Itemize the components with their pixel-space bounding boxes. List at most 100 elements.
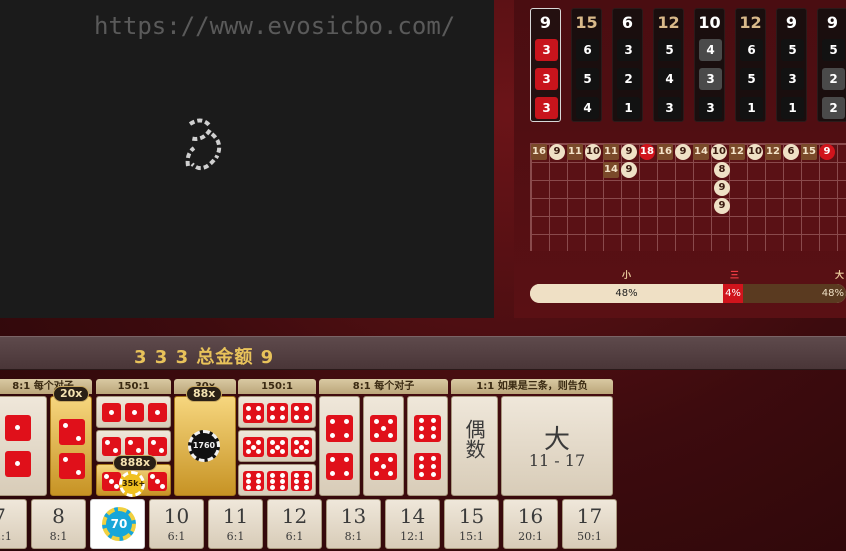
history-die-value: 1 bbox=[740, 97, 763, 119]
history-die-value: 2 bbox=[617, 68, 640, 90]
die-face-icon bbox=[414, 453, 441, 480]
triple-bet-6[interactable] bbox=[238, 464, 316, 496]
triple-percentage: 4% bbox=[723, 284, 743, 303]
history-die-value: 6 bbox=[740, 39, 763, 61]
total-bet-8[interactable]: 8 8:1 bbox=[31, 499, 86, 549]
live-video-panel: https://www.evosicbo.com/ bbox=[0, 0, 494, 318]
header-specific-triple-odds-a: 150:1 bbox=[96, 379, 171, 394]
die-face-icon bbox=[59, 419, 85, 445]
total-bet-15[interactable]: 15 15:1 bbox=[444, 499, 499, 549]
total-bet-14[interactable]: 14 12:1 bbox=[385, 499, 440, 549]
bead-road-cell: 9 bbox=[621, 144, 637, 160]
history-column: 6 3 2 1 bbox=[612, 8, 643, 122]
pair-bet-2[interactable] bbox=[50, 396, 92, 496]
total-bet-7[interactable]: 7 12:1 bbox=[0, 499, 27, 549]
die-face-icon bbox=[326, 415, 353, 442]
total-bet-13[interactable]: 13 8:1 bbox=[326, 499, 381, 549]
total-number: 12 bbox=[281, 504, 308, 528]
history-die-value: 3 bbox=[535, 97, 558, 119]
bead-road-cell: 10 bbox=[585, 144, 601, 160]
header-specific-triple-odds-b: 150:1 bbox=[238, 379, 316, 394]
history-column: 15 6 5 4 bbox=[571, 8, 602, 122]
history-die-value: 4 bbox=[699, 39, 722, 61]
history-die-value: 3 bbox=[617, 39, 640, 61]
triple-bet-4[interactable] bbox=[238, 396, 316, 428]
history-column: 12 5 4 3 bbox=[653, 8, 684, 122]
history-die-value: 3 bbox=[658, 97, 681, 119]
total-odds: 20:1 bbox=[518, 530, 543, 543]
total-odds: 6:1 bbox=[226, 530, 245, 543]
total-number: 11 bbox=[222, 504, 249, 528]
total-number: 17 bbox=[576, 504, 603, 528]
bead-road-cell: 10 bbox=[747, 144, 763, 160]
even-label: 偶数 bbox=[462, 419, 486, 459]
history-column: 9 5 3 1 bbox=[776, 8, 807, 122]
history-total: 15 bbox=[575, 13, 598, 32]
total-bet-11[interactable]: 11 6:1 bbox=[208, 499, 263, 549]
header-big-rule: 1:1 如果是三条，则告负 bbox=[451, 379, 613, 394]
multiplier-badge-888x: 888x bbox=[113, 455, 158, 471]
die-face-icon bbox=[125, 437, 144, 456]
history-die-value: 2 bbox=[822, 97, 845, 119]
total-number: 15 bbox=[458, 504, 485, 528]
bead-road-cell: 11 bbox=[603, 144, 619, 160]
die-face-icon bbox=[243, 437, 264, 457]
total-number: 8 bbox=[52, 504, 65, 528]
bead-road-cell: 8 bbox=[714, 162, 730, 178]
triple-ratio-label: 三 bbox=[730, 271, 740, 281]
big-range: 11 - 17 bbox=[528, 451, 586, 470]
die-face-icon bbox=[5, 451, 31, 477]
pair-bet-6[interactable] bbox=[407, 396, 448, 496]
bead-road-cell: 14 bbox=[603, 162, 619, 178]
history-column: 12 6 5 1 bbox=[735, 8, 766, 122]
bead-road-cell: 10 bbox=[711, 144, 727, 160]
chip-total-9[interactable]: 70 bbox=[102, 507, 136, 541]
triple-bet-5[interactable] bbox=[238, 430, 316, 462]
history-column: 10 4 3 3 bbox=[694, 8, 725, 122]
bead-road-cell: 14 bbox=[693, 144, 709, 160]
history-die-value: 3 bbox=[535, 39, 558, 61]
total-number: 7 bbox=[0, 504, 26, 528]
chip-triple-3[interactable]: 35k+ bbox=[119, 471, 145, 497]
bead-road-cell: 9 bbox=[819, 144, 835, 160]
die-face-icon bbox=[370, 453, 397, 480]
history-die-value: 2 bbox=[822, 68, 845, 90]
bead-road-cell: 16 bbox=[657, 144, 673, 160]
triple-bet-1[interactable] bbox=[96, 396, 171, 428]
bead-road-cell: 9 bbox=[675, 144, 691, 160]
total-odds: 15:1 bbox=[459, 530, 484, 543]
bead-road-cell: 18 bbox=[639, 144, 655, 160]
pair-bet-4[interactable] bbox=[319, 396, 360, 496]
pair-bet-1[interactable] bbox=[0, 396, 47, 496]
die-face-icon bbox=[59, 453, 85, 479]
die-face-icon bbox=[148, 472, 167, 491]
chip-any-triple[interactable]: 1760 bbox=[188, 430, 220, 462]
history-total: 9 bbox=[539, 13, 552, 32]
result-strip: 3 3 3 总金额 9 bbox=[0, 336, 846, 370]
history-die-value: 3 bbox=[699, 97, 722, 119]
pair-bet-5[interactable] bbox=[363, 396, 404, 496]
history-total: 9 bbox=[785, 13, 798, 32]
bead-road-cell: 15 bbox=[801, 144, 817, 160]
history-total: 9 bbox=[826, 13, 839, 32]
history-die-value: 3 bbox=[699, 68, 722, 90]
die-face-icon bbox=[291, 471, 312, 491]
total-bet-17[interactable]: 17 50:1 bbox=[562, 499, 617, 549]
total-odds: 8:1 bbox=[49, 530, 68, 543]
total-odds: 8:1 bbox=[344, 530, 363, 543]
small-percentage: 48% bbox=[530, 284, 723, 303]
history-die-value: 5 bbox=[822, 39, 845, 61]
sicbo-game-screen: https://www.evosicbo.com/ 9 3 3 3 15 6 5 4 6 3 2 1 1… bbox=[0, 0, 846, 551]
result-text: 3 3 3 总金额 9 bbox=[134, 347, 275, 368]
total-number: 16 bbox=[517, 504, 544, 528]
bead-road-cell: 9 bbox=[549, 144, 565, 160]
die-face-icon bbox=[243, 403, 264, 423]
total-bet-10[interactable]: 10 6:1 bbox=[149, 499, 204, 549]
total-bet-9[interactable]: 70 bbox=[90, 499, 145, 549]
total-bet-16[interactable]: 16 20:1 bbox=[503, 499, 558, 549]
big-bet[interactable]: 大 11 - 17 bbox=[501, 396, 613, 496]
history-die-value: 3 bbox=[535, 68, 558, 90]
total-bet-12[interactable]: 12 6:1 bbox=[267, 499, 322, 549]
history-total: 12 bbox=[657, 13, 680, 32]
even-bet[interactable]: 偶数 bbox=[451, 396, 498, 496]
